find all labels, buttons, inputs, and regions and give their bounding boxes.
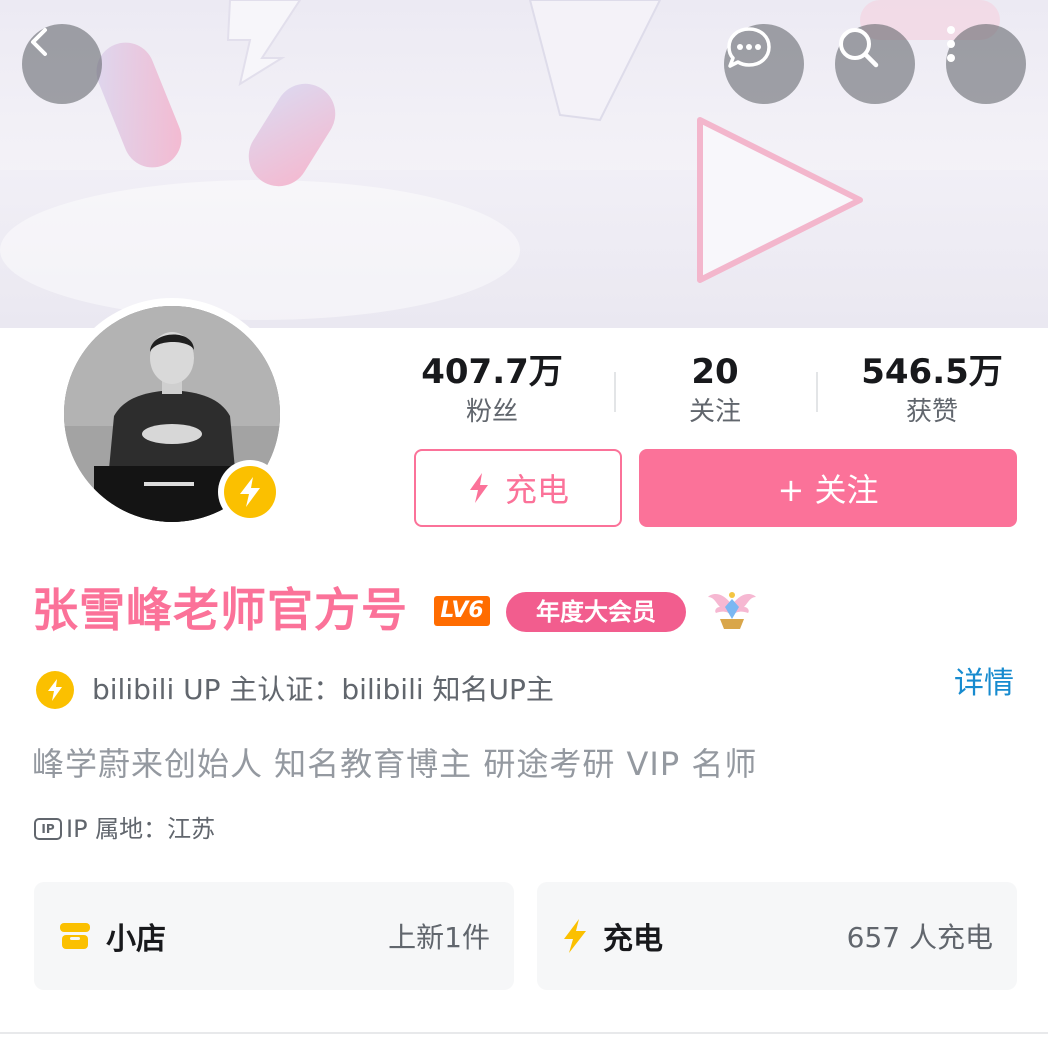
shop-icon bbox=[60, 923, 90, 949]
shop-card-title: 小店 bbox=[106, 922, 166, 957]
chevron-left-icon bbox=[31, 28, 47, 56]
follow-button-label: + 关注 bbox=[777, 471, 879, 509]
more-button[interactable] bbox=[946, 24, 1026, 104]
level-badge[interactable]: LV6 bbox=[434, 596, 490, 626]
charge-card[interactable]: 充电 657 人充电 bbox=[537, 882, 1017, 990]
back-button[interactable] bbox=[22, 24, 102, 104]
stat-likes[interactable]: 546.5万 获赞 bbox=[832, 350, 1032, 430]
shop-card-meta: 上新1件 bbox=[388, 921, 490, 954]
lightning-icon bbox=[48, 679, 62, 701]
charge-card-title: 充电 bbox=[603, 922, 663, 957]
ip-icon: IP bbox=[34, 818, 62, 840]
shop-card[interactable]: 小店 上新1件 bbox=[34, 882, 514, 990]
follow-button[interactable]: + 关注 bbox=[639, 449, 1017, 527]
fans-count: 407.7万 bbox=[421, 352, 563, 392]
fans-label: 粉丝 bbox=[465, 397, 518, 427]
lightning-icon bbox=[564, 919, 586, 953]
likes-label: 获赞 bbox=[905, 397, 958, 427]
username: 张雪峰老师官方号 bbox=[32, 583, 408, 637]
more-vertical-icon bbox=[947, 26, 955, 62]
stat-following[interactable]: 20 关注 bbox=[615, 350, 815, 430]
likes-count: 546.5万 bbox=[861, 352, 1003, 392]
following-label: 关注 bbox=[688, 397, 741, 427]
up-verified-badge bbox=[218, 460, 282, 524]
lightning-icon bbox=[240, 477, 260, 507]
following-count: 20 bbox=[691, 352, 739, 392]
medal-icon[interactable] bbox=[706, 585, 758, 637]
profile-banner bbox=[0, 0, 1048, 328]
verified-icon bbox=[36, 671, 74, 709]
vip-badge[interactable]: 年度大会员 bbox=[506, 592, 686, 632]
stat-divider bbox=[816, 372, 818, 412]
search-button[interactable] bbox=[835, 24, 915, 104]
chat-bubble-icon bbox=[727, 27, 771, 68]
bio-text: 峰学蔚来创始人 知名教育博主 研途考研 VIP 名师 bbox=[32, 745, 758, 783]
charge-card-meta: 657 人充电 bbox=[846, 921, 993, 954]
ip-location-text: IP 属地：江苏 bbox=[66, 815, 216, 843]
search-icon bbox=[839, 28, 879, 68]
verification-text: bilibili UP 主认证：bilibili 知名UP主 bbox=[92, 673, 554, 706]
verification-detail-link[interactable]: 详情 bbox=[954, 664, 1014, 704]
ip-location-row: IP IP 属地：江苏 bbox=[34, 812, 215, 846]
message-button[interactable] bbox=[724, 24, 804, 104]
angel-medal-icon bbox=[708, 592, 756, 629]
charge-button[interactable]: 充电 bbox=[414, 449, 622, 527]
section-divider bbox=[0, 1032, 1048, 1034]
stat-fans[interactable]: 407.7万 粉丝 bbox=[392, 350, 592, 430]
lightning-icon bbox=[469, 473, 488, 503]
charge-button-label: 充电 bbox=[504, 471, 569, 509]
